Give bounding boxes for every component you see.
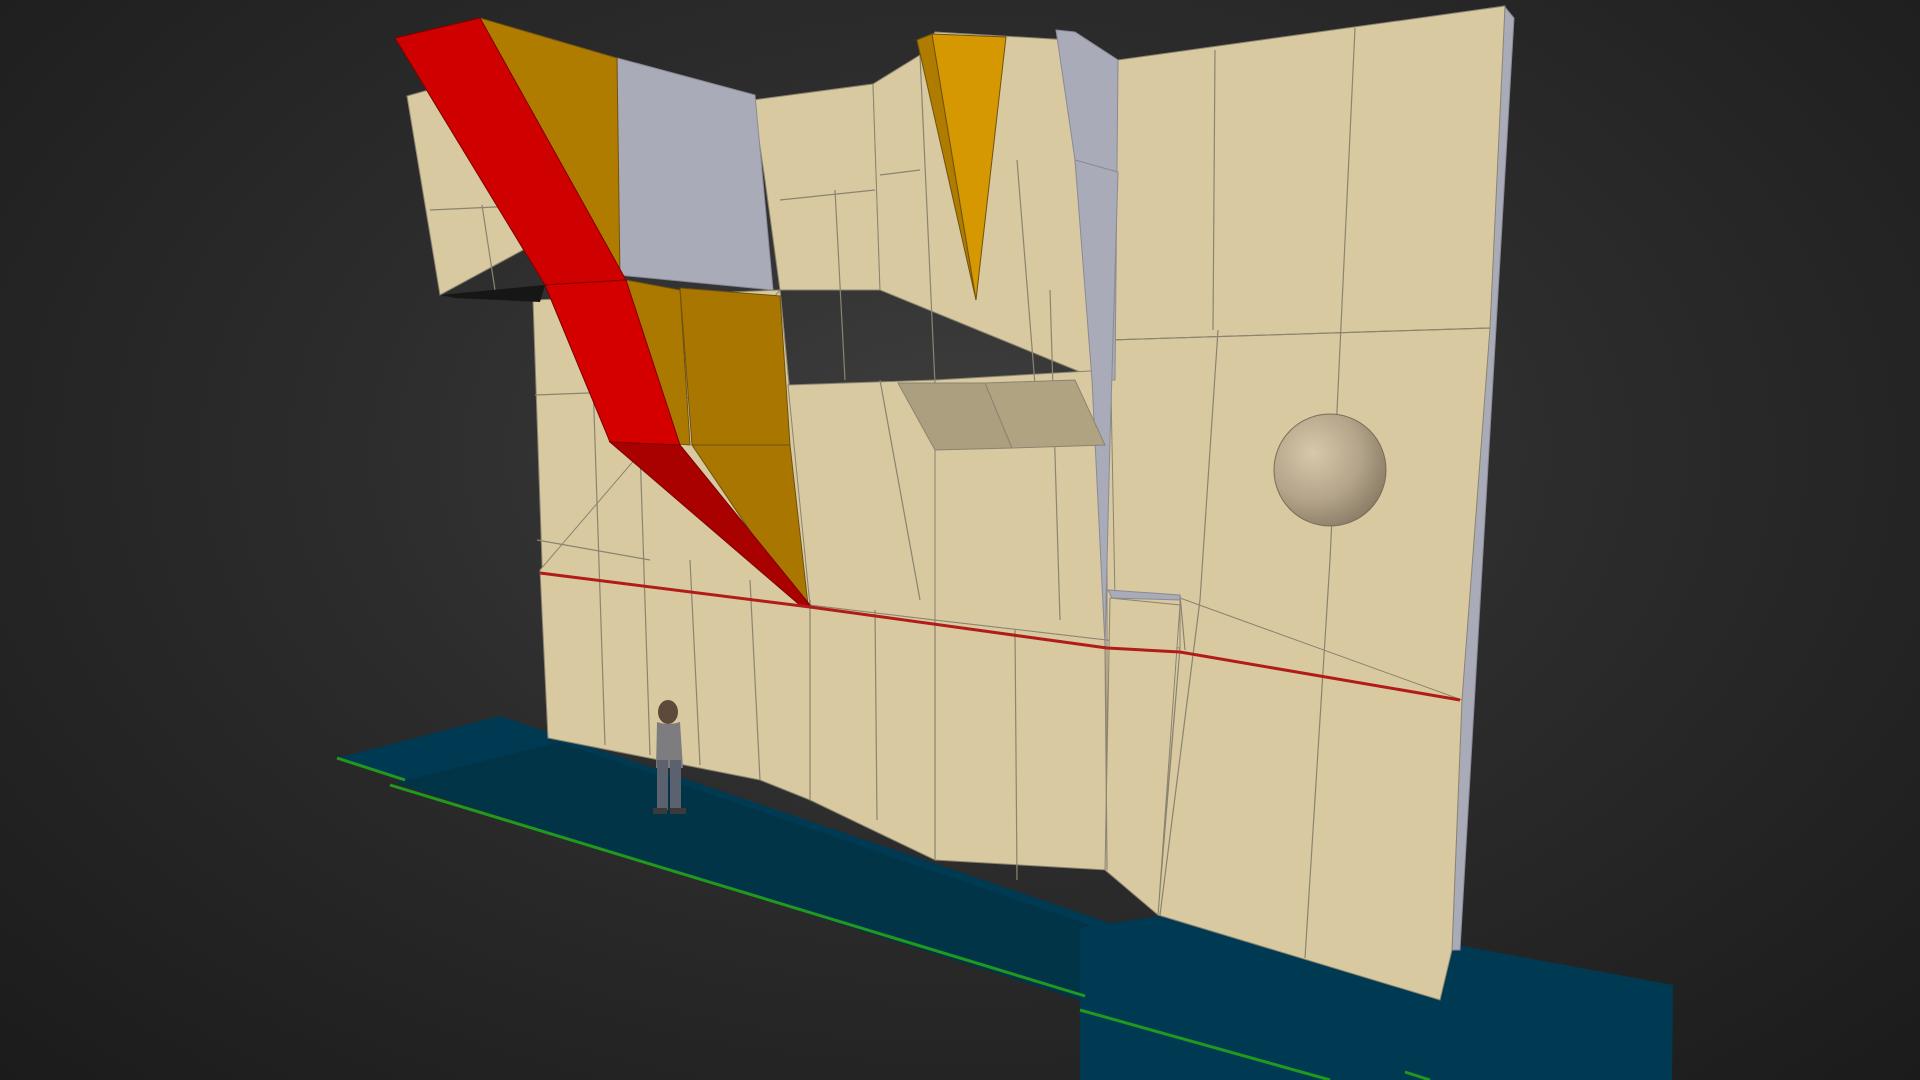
wall-panel — [752, 83, 881, 291]
wall-panel — [1109, 5, 1506, 341]
climbing-wall-model — [336, 5, 1673, 1080]
sphere-hold — [1273, 413, 1387, 527]
pillar-shelf — [897, 379, 1106, 451]
wall-panel — [787, 379, 936, 621]
3d-viewport[interactable] — [0, 0, 1920, 1080]
volume-face — [679, 287, 791, 446]
wall-panel — [934, 619, 1108, 871]
roof-shelf — [440, 285, 545, 302]
wall-panel — [809, 604, 936, 861]
